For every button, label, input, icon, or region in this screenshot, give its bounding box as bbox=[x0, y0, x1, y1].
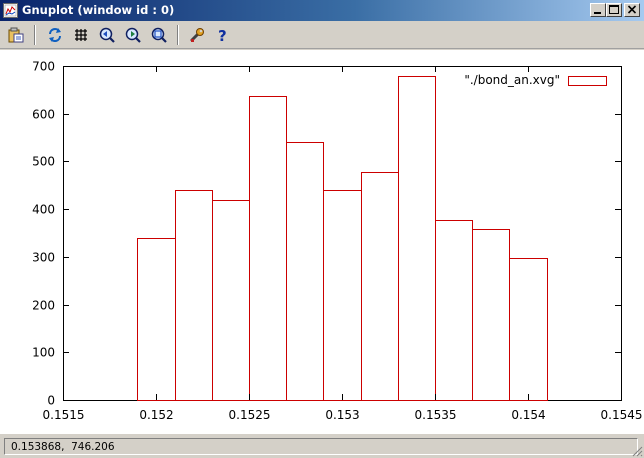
y-tick-label: 200 bbox=[32, 299, 55, 313]
plot-canvas[interactable]: 0 100 200 300 400 500 600 700 0.1515 0.152 0.1525 0… bbox=[0, 50, 644, 434]
x-tick-label: 0.153 bbox=[325, 408, 359, 422]
histogram-bar bbox=[509, 258, 548, 401]
help-button[interactable]: ? bbox=[212, 24, 234, 46]
zoom-next-button[interactable] bbox=[122, 24, 144, 46]
maximize-button[interactable] bbox=[606, 3, 622, 17]
close-button[interactable] bbox=[624, 3, 640, 17]
toolbar-separator bbox=[34, 25, 36, 45]
autoscale-icon bbox=[151, 27, 167, 43]
x-tick-label: 0.1535 bbox=[415, 408, 457, 422]
histogram-bar bbox=[361, 172, 399, 401]
toolbar-separator bbox=[177, 25, 179, 45]
y-tick-label: 100 bbox=[32, 346, 55, 360]
title-bar[interactable]: Gnuplot (window id : 0) bbox=[0, 0, 644, 21]
legend-swatch bbox=[568, 76, 607, 86]
options-wrench-icon bbox=[190, 28, 204, 42]
window-title: Gnuplot (window id : 0) bbox=[22, 3, 175, 17]
options-button[interactable] bbox=[186, 24, 208, 46]
autoscale-button[interactable] bbox=[148, 24, 170, 46]
grid-icon bbox=[75, 29, 87, 41]
x-tick-label: 0.152 bbox=[139, 408, 173, 422]
x-tick-label: 0.1545 bbox=[601, 408, 643, 422]
legend-label: "./bond_an.xvg" bbox=[464, 73, 560, 87]
histogram-bar bbox=[323, 190, 362, 401]
close-icon bbox=[627, 5, 637, 14]
histogram-bar bbox=[435, 220, 473, 401]
y-tick-label: 400 bbox=[32, 203, 55, 217]
histogram-bar bbox=[212, 200, 250, 401]
minimize-icon bbox=[594, 12, 601, 14]
y-tick-label: 700 bbox=[32, 60, 55, 74]
minimize-button[interactable] bbox=[590, 3, 606, 17]
y-tick-label: 300 bbox=[32, 251, 55, 265]
histogram-bar bbox=[175, 190, 213, 401]
status-field: 0.153868, 746.206 bbox=[4, 438, 638, 455]
histogram-bar bbox=[472, 229, 510, 401]
cursor-coordinates: 0.153868, 746.206 bbox=[11, 441, 115, 453]
zoom-next-icon bbox=[125, 27, 141, 43]
replot-icon bbox=[49, 28, 61, 42]
maximize-icon bbox=[609, 5, 619, 14]
y-tick-label: 0 bbox=[47, 394, 55, 408]
gnuplot-app-icon[interactable] bbox=[3, 3, 18, 18]
histogram-chart: 0 100 200 300 400 500 600 700 0.1515 0.152 0.1525 0… bbox=[32, 60, 643, 423]
resize-grip-icon[interactable] bbox=[631, 445, 643, 457]
status-bar: 0.153868, 746.206 bbox=[0, 434, 644, 458]
zoom-previous-icon bbox=[99, 27, 115, 43]
x-tick-label: 0.1515 bbox=[43, 408, 85, 422]
x-tick-label: 0.1525 bbox=[229, 408, 271, 422]
copy-to-clipboard-button[interactable] bbox=[5, 24, 27, 46]
plot-border bbox=[63, 66, 622, 401]
histogram-bar bbox=[286, 142, 324, 401]
y-tick-label: 500 bbox=[32, 155, 55, 169]
histogram-bar bbox=[398, 76, 436, 401]
help-icon: ? bbox=[218, 27, 227, 43]
svg-text:?: ? bbox=[218, 27, 227, 43]
histogram-bar bbox=[249, 96, 287, 401]
toolbar: ? bbox=[0, 21, 644, 49]
y-tick-label: 600 bbox=[32, 108, 55, 122]
copy-to-clipboard-icon bbox=[8, 27, 24, 43]
grid-button[interactable] bbox=[70, 24, 92, 46]
replot-button[interactable] bbox=[44, 24, 66, 46]
histogram-bar bbox=[137, 238, 176, 401]
x-tick-label: 0.154 bbox=[511, 408, 545, 422]
zoom-previous-button[interactable] bbox=[96, 24, 118, 46]
